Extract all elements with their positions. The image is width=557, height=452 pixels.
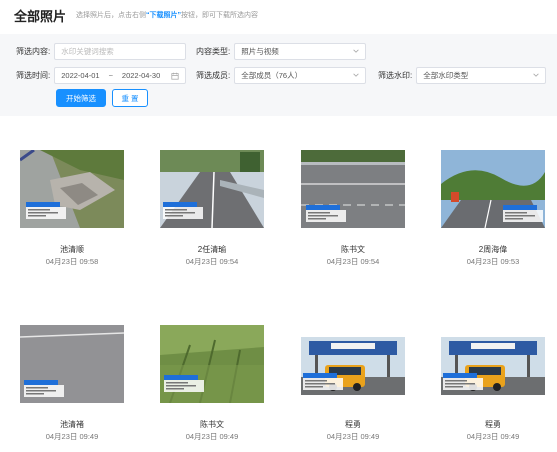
filter-panel: 筛选内容: 水印关键词搜索 内容类型: 照片与视频 筛选时间: 2022-04-… bbox=[0, 34, 557, 116]
photo-timestamp: 04月23日 09:49 bbox=[466, 432, 520, 441]
chevron-down-icon bbox=[533, 72, 539, 78]
time-filter-label: 筛选时间: bbox=[16, 71, 51, 80]
date-end[interactable]: 2022-04-30 bbox=[122, 71, 160, 80]
photo-uploader-name: 池清顺 bbox=[60, 245, 84, 254]
hint-prefix: 选择照片后，点击右侧 bbox=[76, 12, 147, 19]
page-header: 全部照片 选择照片后，点击右侧“下载照片”按钮，即可下载所选内容 bbox=[0, 0, 557, 30]
watermark-filter: 筛选水印: 全部水印类型 bbox=[378, 67, 547, 84]
download-hint: 选择照片后，点击右侧“下载照片”按钮，即可下载所选内容 bbox=[76, 10, 258, 20]
filter-row-1: 筛选内容: 水印关键词搜索 bbox=[16, 43, 187, 60]
reset-button[interactable]: 重 置 bbox=[112, 89, 148, 107]
content-type-value: 照片与视频 bbox=[241, 47, 279, 56]
member-select[interactable]: 全部成员（76人） bbox=[234, 67, 367, 84]
member-filter: 筛选成员: 全部成员（76人） bbox=[196, 67, 367, 84]
photo-thumbnail[interactable] bbox=[441, 337, 545, 395]
watermark-filter-label: 筛选水印: bbox=[378, 71, 413, 80]
photo-thumbnail[interactable] bbox=[301, 150, 405, 228]
photo-uploader-name: 2任清瑜 bbox=[197, 245, 227, 254]
page-title: 全部照片 bbox=[14, 8, 67, 24]
content-type-select[interactable]: 照片与视频 bbox=[234, 43, 367, 60]
filter-actions: 开始筛选 重 置 bbox=[56, 89, 148, 107]
photo-thumbnail[interactable] bbox=[20, 325, 124, 403]
date-range-picker[interactable]: 2022-04-01 ~ 2022-04-30 bbox=[54, 67, 187, 84]
member-value: 全部成员（76人） bbox=[241, 71, 303, 80]
type-filter-label: 内容类型: bbox=[196, 47, 231, 56]
calendar-icon bbox=[171, 72, 179, 80]
keyword-search-input[interactable]: 水印关键词搜索 bbox=[54, 43, 187, 60]
photo-timestamp: 04月23日 09:54 bbox=[185, 257, 239, 266]
filter-row-2: 筛选时间: 2022-04-01 ~ 2022-04-30 bbox=[16, 67, 187, 84]
photo-timestamp: 04月23日 09:53 bbox=[466, 257, 520, 266]
type-filter: 内容类型: 照片与视频 bbox=[196, 43, 367, 60]
photo-uploader-name: 陈书文 bbox=[200, 420, 224, 429]
photo-timestamp: 04月23日 09:54 bbox=[326, 257, 380, 266]
date-start[interactable]: 2022-04-01 bbox=[61, 71, 99, 80]
photo-timestamp: 04月23日 09:49 bbox=[45, 432, 99, 441]
photo-card[interactable]: 池清顺 04月23日 09:58 bbox=[20, 150, 124, 290]
watermark-select[interactable]: 全部水印类型 bbox=[416, 67, 547, 84]
photo-thumbnail[interactable] bbox=[160, 325, 264, 403]
member-filter-label: 筛选成员: bbox=[196, 71, 231, 80]
photo-thumbnail[interactable] bbox=[301, 337, 405, 395]
photo-thumbnail[interactable] bbox=[20, 150, 124, 228]
watermark-value: 全部水印类型 bbox=[423, 71, 469, 80]
photo-timestamp: 04月23日 09:49 bbox=[185, 432, 239, 441]
date-separator: ~ bbox=[108, 71, 113, 80]
photo-uploader-name: 程勇 bbox=[485, 420, 501, 429]
photo-timestamp: 04月23日 09:49 bbox=[326, 432, 380, 441]
photo-card[interactable]: 程勇 04月23日 09:49 bbox=[301, 325, 405, 452]
photo-thumbnail[interactable] bbox=[160, 150, 264, 228]
photo-uploader-name: 程勇 bbox=[345, 420, 361, 429]
photo-card[interactable]: 陈书文 04月23日 09:49 bbox=[160, 325, 264, 452]
photo-card[interactable]: 程勇 04月23日 09:49 bbox=[441, 325, 545, 452]
hint-suffix: 按钮，即可下载所选内容 bbox=[181, 12, 259, 19]
photo-uploader-name: 陈书文 bbox=[341, 245, 365, 254]
chevron-down-icon bbox=[353, 72, 359, 78]
photo-thumbnail[interactable] bbox=[441, 150, 545, 228]
photo-card[interactable]: 2任清瑜 04月23日 09:54 bbox=[160, 150, 264, 290]
photo-uploader-name: 池清褚 bbox=[60, 420, 84, 429]
hint-download-link[interactable]: “下载照片” bbox=[146, 12, 181, 19]
content-filter-label: 筛选内容: bbox=[16, 47, 51, 56]
photo-card[interactable]: 池清褚 04月23日 09:49 bbox=[20, 325, 124, 452]
photo-card[interactable]: 2周海偉 04月23日 09:53 bbox=[441, 150, 545, 290]
photo-uploader-name: 2周海偉 bbox=[478, 245, 508, 254]
chevron-down-icon bbox=[353, 48, 359, 54]
photo-timestamp: 04月23日 09:58 bbox=[45, 257, 99, 266]
start-filter-button[interactable]: 开始筛选 bbox=[56, 89, 106, 107]
photo-card[interactable]: 陈书文 04月23日 09:54 bbox=[301, 150, 405, 290]
